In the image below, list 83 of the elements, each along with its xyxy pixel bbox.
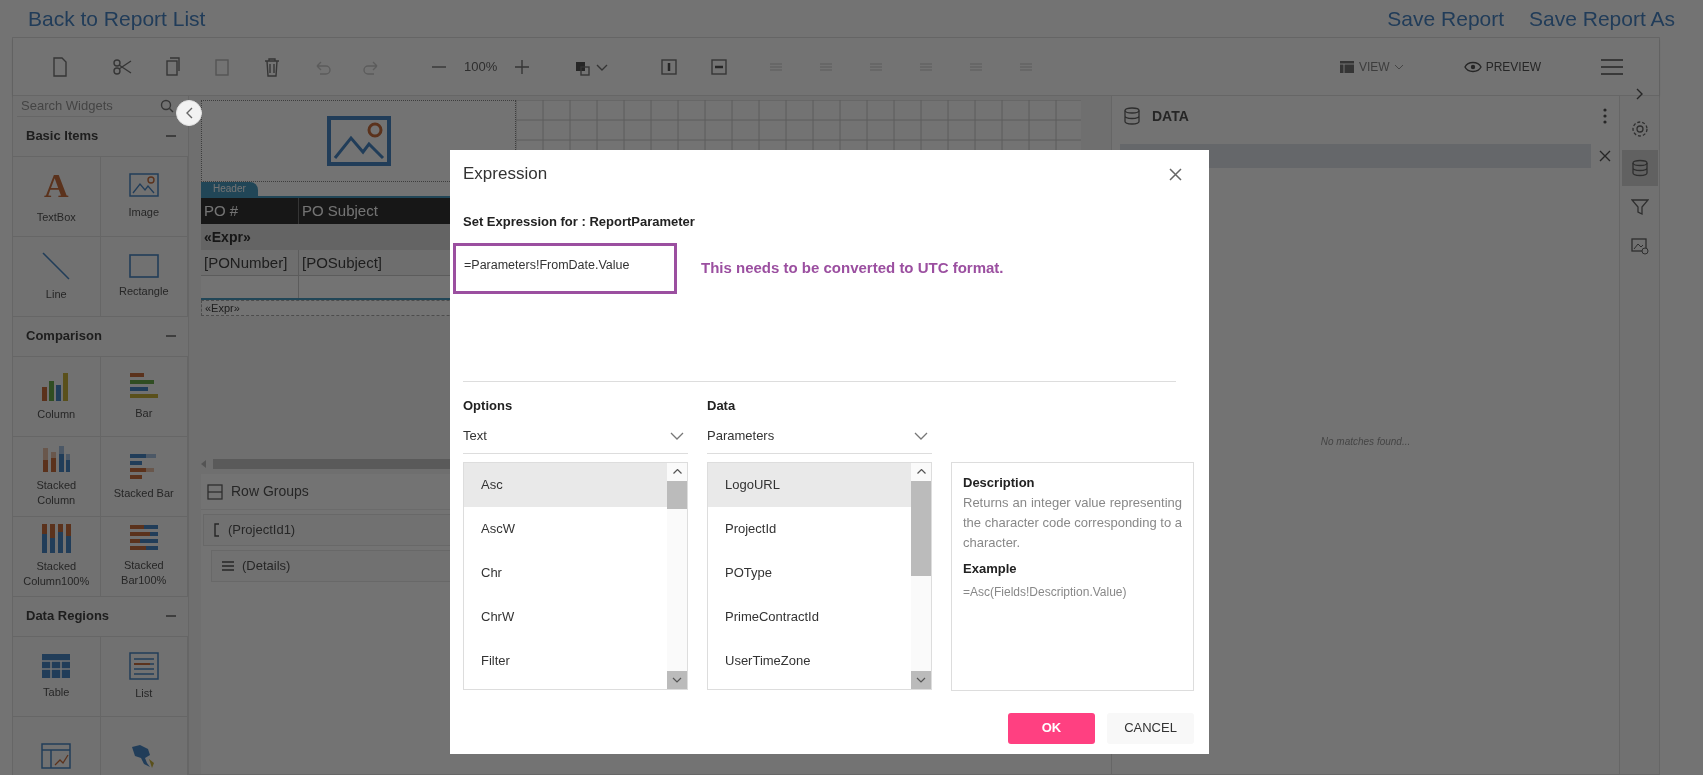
collapse-button[interactable]: [176, 100, 202, 126]
section-header[interactable]: Basic Items: [13, 116, 188, 157]
scrollbar-thumb[interactable]: [667, 480, 687, 509]
expression-field[interactable]: =Parameters!FromDate.Value: [453, 242, 677, 294]
description-title: Description: [963, 473, 1036, 492]
widget-tile[interactable]: Stacked Bar: [100, 436, 188, 517]
row-groups-icon: [207, 483, 223, 500]
scrollbar-thumb[interactable]: [911, 480, 931, 576]
scroll-left-icon: [201, 460, 207, 468]
widget-tile[interactable]: Rectangle: [100, 236, 188, 317]
panel-title: DATA: [1152, 106, 1190, 126]
chevron-right-icon[interactable]: [1635, 88, 1644, 100]
widget-tile[interactable]: Column: [13, 356, 101, 437]
chevron-down-icon: [914, 432, 928, 440]
table-group-cell-text: «Expr»: [203, 228, 252, 247]
list-item[interactable]: Asc: [464, 462, 667, 507]
dialog-title: Expression: [463, 163, 548, 186]
widget-tile[interactable]: [13, 716, 101, 775]
example-title: Example: [963, 560, 1018, 578]
database-icon: [1630, 159, 1649, 177]
search-icon[interactable]: [160, 98, 174, 113]
chevron-down-icon: [667, 670, 687, 689]
letter-a-icon: A: [43, 167, 69, 204]
preview-button[interactable]: PREVIEW: [1463, 57, 1541, 76]
vertical-scrollbar[interactable]: [911, 462, 931, 689]
widget-tile[interactable]: Stacked Column100%: [13, 516, 101, 597]
widget-tile[interactable]: List: [100, 636, 188, 717]
widget-tile[interactable]: Image: [100, 156, 188, 237]
stacked-column-chart-icon: [41, 523, 72, 553]
close-icon[interactable]: [1599, 150, 1611, 162]
bar-chart-icon: [128, 371, 159, 400]
chevron-up-icon: [916, 469, 926, 474]
stacked-bar-chart-icon: [128, 524, 159, 552]
widget-tile[interactable]: Table: [13, 636, 101, 717]
save-report-link[interactable]: Save Report: [1387, 2, 1505, 35]
filter-icon: [1630, 198, 1649, 216]
header-tab[interactable]: Header: [201, 182, 258, 196]
stacked-bar-chart-icon: [128, 451, 159, 480]
ok-button[interactable]: OK: [1008, 712, 1095, 744]
line-icon: [41, 250, 72, 281]
section-label: Options: [463, 396, 514, 415]
chevron-up-icon: [672, 469, 682, 474]
image-icon: [326, 116, 391, 166]
section-label: Data: [707, 396, 737, 415]
example-text: =Asc(Fields!Description.Value): [963, 583, 1128, 601]
widget-tile[interactable]: A TextBox: [13, 156, 101, 237]
dropdown[interactable]: Text: [463, 419, 688, 454]
dropdown[interactable]: Parameters: [707, 419, 932, 454]
vertical-scrollbar[interactable]: [667, 462, 687, 689]
stacked-column-chart-icon: [41, 444, 72, 472]
footer-expression: «Expr»: [204, 301, 241, 315]
table-cell: [PONumber]: [201, 250, 299, 275]
menu-icon[interactable]: [1601, 57, 1623, 76]
widget-tile[interactable]: [100, 716, 188, 775]
matrix-icon: [41, 743, 72, 769]
chevron-left-icon: [185, 107, 193, 119]
table-icon: [41, 652, 72, 679]
zoom-level: 100%: [464, 57, 498, 76]
image-icon: [128, 172, 159, 199]
section-header[interactable]: Data Regions: [13, 596, 188, 637]
rectangle-icon: [128, 253, 159, 278]
database-icon: [1124, 107, 1140, 125]
widget-tile[interactable]: Line: [13, 236, 101, 317]
list-icon: [128, 651, 159, 680]
list-item[interactable]: LogoURL: [708, 462, 911, 507]
table-icon: [1339, 58, 1355, 75]
cancel-button[interactable]: CANCEL: [1107, 712, 1194, 744]
save-report-link[interactable]: Save Report As: [1529, 2, 1675, 35]
more-options-icon[interactable]: [1603, 108, 1607, 124]
chevron-down-icon: [670, 432, 684, 440]
image-settings-icon: [1630, 237, 1649, 255]
widget-tile[interactable]: Stacked Column: [13, 436, 101, 517]
settings-icon: [1630, 120, 1649, 138]
widget-tile[interactable]: Stacked Bar100%: [100, 516, 188, 597]
chevron-down-icon: [911, 670, 931, 689]
details-icon: [222, 561, 234, 571]
eye-icon: [1463, 60, 1482, 73]
bracket-icon: [214, 523, 220, 537]
panel-tab[interactable]: [1621, 150, 1658, 186]
close-icon[interactable]: [1169, 167, 1182, 181]
widget-tile[interactable]: Bar: [100, 356, 188, 437]
back-to-report-list-link[interactable]: Back to Report List: [28, 2, 206, 35]
section-header[interactable]: Comparison: [13, 316, 188, 357]
